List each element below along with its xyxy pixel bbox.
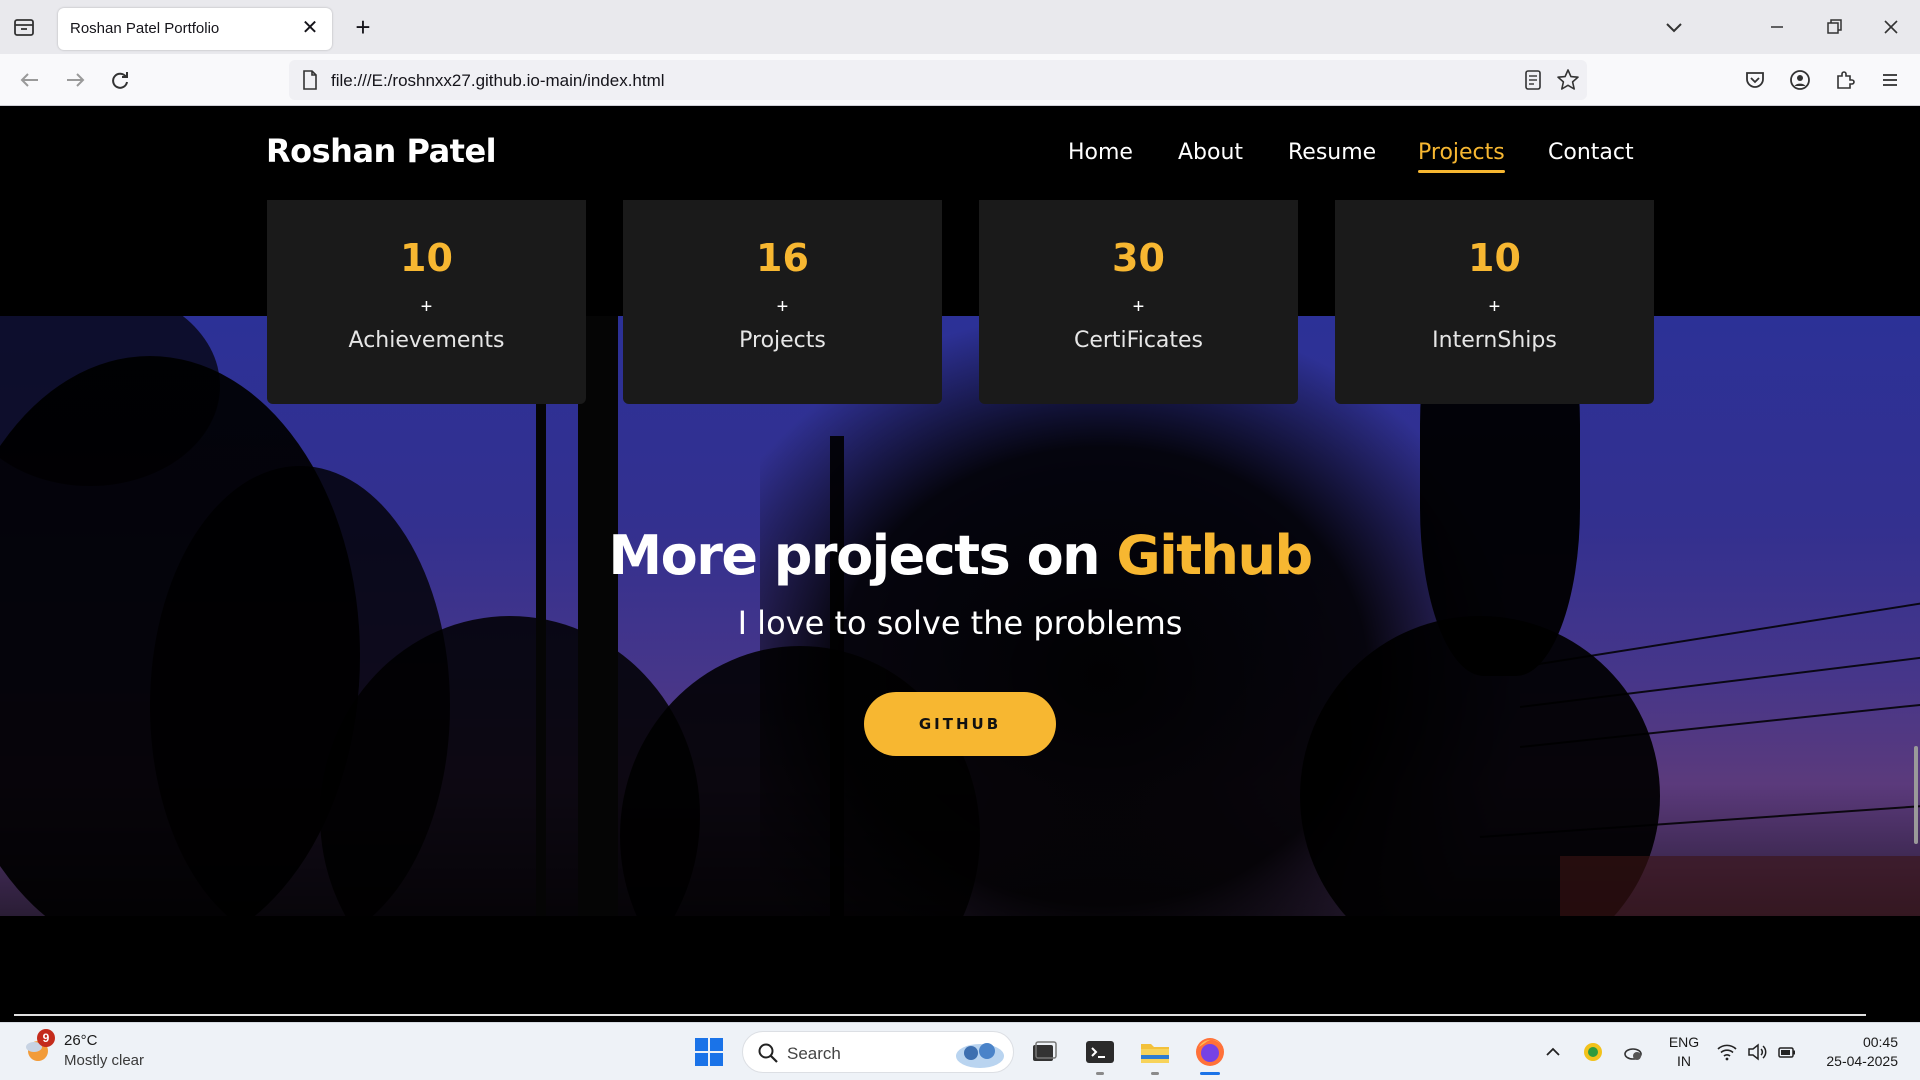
- task-view-icon[interactable]: [1026, 1035, 1060, 1069]
- extensions-icon[interactable]: [1832, 67, 1858, 93]
- chevron-down-icon[interactable]: [1663, 16, 1685, 38]
- clock-date: 25-04-2025: [1826, 1053, 1898, 1069]
- hero-title: More projects on Github: [0, 524, 1920, 587]
- search-highlight-icon: [956, 1043, 1004, 1068]
- firefox-active-indicator: [1200, 1072, 1220, 1075]
- minimize-icon[interactable]: [1764, 14, 1790, 40]
- weather-description[interactable]: Mostly clear: [64, 1052, 144, 1069]
- menu-icon[interactable]: [1877, 67, 1903, 93]
- page-icon: [303, 70, 317, 90]
- nav-resume[interactable]: Resume: [1288, 140, 1376, 165]
- stat-label: CertiFicates: [1073, 328, 1204, 353]
- weather-badge: 9: [37, 1029, 55, 1047]
- explorer-running-indicator: [1151, 1072, 1159, 1075]
- reader-view-icon[interactable]: [1521, 68, 1545, 92]
- taskbar-search[interactable]: Search: [742, 1031, 1014, 1073]
- hero-title-prefix: More projects on: [608, 524, 1117, 587]
- hero-subtitle: I love to solve the problems: [737, 604, 1183, 642]
- browser-tab-bar: Roshan Patel Portfolio ✕ +: [0, 0, 1920, 54]
- page-divider: [14, 1014, 1866, 1016]
- back-arrow-icon[interactable]: [17, 67, 43, 93]
- volume-icon[interactable]: [1746, 1041, 1768, 1063]
- site-logo[interactable]: Roshan Patel: [266, 132, 497, 170]
- system-clock[interactable]: 00:45 25-04-2025: [1814, 1033, 1898, 1071]
- bookmark-star-icon[interactable]: [1556, 68, 1580, 92]
- search-placeholder: Search: [787, 1044, 841, 1063]
- page-viewport: Roshan Patel Home About Resume Projects …: [0, 106, 1920, 1022]
- address-bar[interactable]: file:///E:/roshnxx27.github.io-main/inde…: [289, 60, 1587, 100]
- page-scrollbar[interactable]: [1914, 746, 1918, 844]
- active-tab[interactable]: Roshan Patel Portfolio ✕: [58, 8, 332, 50]
- account-icon[interactable]: [1787, 67, 1813, 93]
- language-indicator[interactable]: ENG IN: [1667, 1033, 1701, 1071]
- windows-taskbar: 9 26°C Mostly clear Search ENG IN 00:45 …: [0, 1022, 1920, 1080]
- stat-plus: +: [1488, 296, 1501, 318]
- terminal-icon[interactable]: [1083, 1035, 1117, 1069]
- region-code: IN: [1677, 1053, 1691, 1069]
- close-window-icon[interactable]: [1878, 14, 1904, 40]
- reload-icon[interactable]: [107, 67, 133, 93]
- pocket-icon[interactable]: [1742, 67, 1768, 93]
- stat-value: 10: [400, 236, 453, 280]
- stat-plus: +: [420, 296, 433, 318]
- file-explorer-icon[interactable]: [1138, 1035, 1172, 1069]
- nav-about[interactable]: About: [1178, 140, 1243, 165]
- hero-title-accent: Github: [1116, 524, 1313, 587]
- nav-home[interactable]: Home: [1068, 140, 1133, 165]
- url-text[interactable]: file:///E:/roshnxx27.github.io-main/inde…: [331, 71, 665, 91]
- tab-title: Roshan Patel Portfolio: [70, 20, 220, 37]
- browser-nav-bar: file:///E:/roshnxx27.github.io-main/inde…: [0, 54, 1920, 106]
- stat-value: 10: [1468, 236, 1521, 280]
- stat-value: 16: [756, 236, 809, 280]
- new-tab-button[interactable]: +: [350, 14, 376, 40]
- app-tray-icon[interactable]: [1582, 1041, 1604, 1063]
- nav-contact[interactable]: Contact: [1548, 140, 1634, 165]
- stat-card-achievements: 10 + Achievements: [267, 200, 586, 404]
- stat-label: Achievements: [348, 328, 505, 353]
- cloud-sync-icon[interactable]: [1622, 1041, 1644, 1063]
- search-icon: [758, 1043, 778, 1063]
- stat-label: InternShips: [1432, 328, 1557, 353]
- forward-arrow-icon[interactable]: [62, 67, 88, 93]
- language-code: ENG: [1668, 1034, 1700, 1050]
- stat-value: 30: [1112, 236, 1165, 280]
- nav-projects[interactable]: Projects: [1418, 140, 1505, 173]
- windows-start-icon[interactable]: [694, 1037, 724, 1067]
- battery-icon[interactable]: [1776, 1041, 1798, 1063]
- stat-label: Projects: [739, 328, 826, 353]
- tab-list-icon[interactable]: [12, 16, 36, 38]
- stat-card-certificates: 30 + CertiFicates: [979, 200, 1298, 404]
- chevron-up-icon[interactable]: [1542, 1041, 1564, 1063]
- tab-close-icon[interactable]: ✕: [300, 18, 320, 38]
- stat-card-internships: 10 + InternShips: [1335, 200, 1654, 404]
- stat-plus: +: [776, 296, 789, 318]
- wifi-icon[interactable]: [1716, 1041, 1738, 1063]
- firefox-icon[interactable]: [1193, 1035, 1227, 1069]
- clock-time: 00:45: [1862, 1034, 1898, 1050]
- github-button[interactable]: GITHUB: [864, 692, 1056, 756]
- stat-card-projects: 16 + Projects: [623, 200, 942, 404]
- restore-icon[interactable]: [1821, 14, 1847, 40]
- site-header: Roshan Patel Home About Resume Projects …: [0, 106, 1920, 200]
- weather-temperature[interactable]: 26°C: [64, 1032, 98, 1049]
- terminal-running-indicator: [1096, 1072, 1104, 1075]
- stat-plus: +: [1132, 296, 1145, 318]
